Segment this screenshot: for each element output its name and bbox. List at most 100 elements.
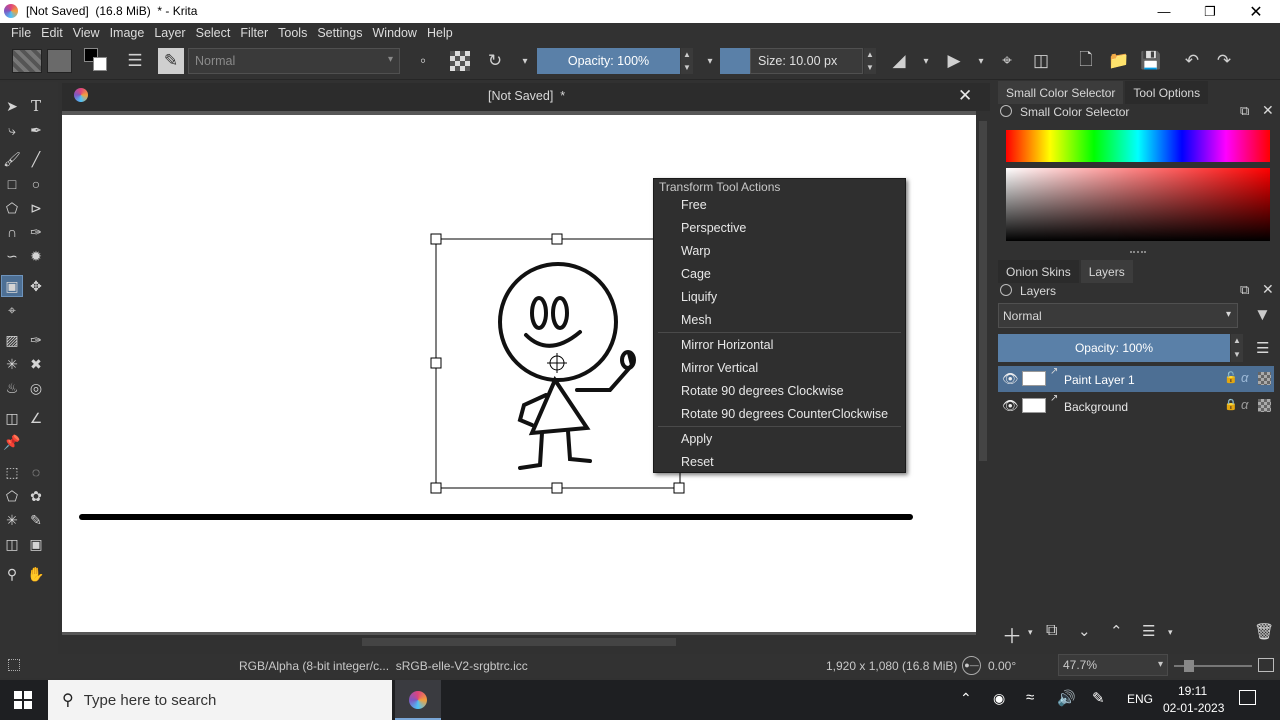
size-spinner[interactable]: ▲ ▼	[864, 48, 876, 74]
volume-icon[interactable]: 🔊	[1057, 689, 1076, 707]
move-layer-up-icon[interactable]: ⌃	[1110, 622, 1123, 640]
splitter-handle[interactable]	[1130, 251, 1146, 254]
fullscreen-icon[interactable]	[1258, 658, 1274, 672]
menu-edit[interactable]: Edit	[36, 26, 68, 40]
bezier-curve-icon[interactable]: ∩	[1, 221, 23, 243]
pattern-preset-button[interactable]	[47, 49, 72, 73]
zoom-slider-handle[interactable]	[1184, 660, 1194, 672]
menu-layer[interactable]: Layer	[149, 26, 190, 40]
enclose-fill-icon[interactable]: ◎	[25, 377, 47, 399]
blend-mode-select[interactable]: Normal ▾	[188, 48, 400, 74]
preserve-alpha-icon[interactable]	[450, 51, 470, 71]
eraser-icon[interactable]: ◦	[410, 47, 436, 75]
reference-images-icon[interactable]: 📌	[1, 431, 23, 453]
filter-icon[interactable]: ▼	[1254, 305, 1271, 325]
delete-layer-icon[interactable]: 🗑	[1254, 622, 1274, 642]
layer-opacity-slider[interactable]: Opacity: 100%	[998, 334, 1230, 362]
bezier-select-icon[interactable]: ◫	[1, 533, 23, 555]
close-docker-icon[interactable]: ✕	[1262, 102, 1274, 119]
tab-onion-skins[interactable]: Onion Skins	[998, 260, 1079, 283]
menu-item-perspective[interactable]: Perspective	[681, 221, 746, 235]
menu-tools[interactable]: Tools	[273, 26, 312, 40]
clock-date[interactable]: 02-01-2023	[1163, 701, 1224, 715]
rotation-icon[interactable]: ●—	[962, 656, 981, 675]
menu-filter[interactable]: Filter	[235, 26, 273, 40]
freehand-select-icon[interactable]: ✿	[25, 485, 47, 507]
assistant-icon[interactable]: ◫	[1, 407, 23, 429]
size-slider-fill[interactable]	[720, 48, 750, 74]
reload-preset-icon[interactable]: ↻	[482, 47, 508, 75]
ellipse-select-icon[interactable]: ◌	[25, 461, 47, 483]
multibrush-icon[interactable]: ✹	[25, 245, 47, 267]
menu-item-apply[interactable]: Apply	[681, 432, 712, 446]
menu-item-reset[interactable]: Reset	[681, 455, 714, 469]
open-folder-icon[interactable]: 📁	[1106, 47, 1132, 75]
duplicate-layer-icon[interactable]: ⧉	[1046, 622, 1057, 640]
rect-select-icon[interactable]: ⬚	[1, 461, 23, 483]
layer-row[interactable]: 👁 ↗ Background 🔒 α	[998, 393, 1274, 419]
move-layer-down-icon[interactable]: ⌄	[1078, 622, 1091, 640]
freehand-brush-icon[interactable]: 🖌	[1, 148, 23, 170]
inherit-alpha-icon[interactable]	[1258, 399, 1271, 412]
float-docker-icon[interactable]: ⧉	[1240, 103, 1249, 119]
tray-chevron-up-icon[interactable]: ⌃	[960, 690, 972, 707]
rotation-value[interactable]: 0.00°	[988, 659, 1016, 673]
vertical-scroll-thumb[interactable]	[979, 121, 987, 461]
horizontal-scroll-thumb[interactable]	[362, 638, 676, 646]
size-slider[interactable]: Size: 10.00 px	[750, 48, 863, 74]
layer-opacity-spinner[interactable]: ▲ ▼	[1231, 334, 1243, 362]
tab-small-color-selector[interactable]: Small Color Selector	[998, 81, 1124, 104]
menu-item-rotate-ccw[interactable]: Rotate 90 degrees CounterClockwise	[681, 407, 888, 421]
eye-icon[interactable]: 👁	[1002, 398, 1019, 414]
eye-icon[interactable]: 👁	[1002, 371, 1019, 387]
contiguous-select-icon[interactable]: ✳	[1, 509, 23, 531]
restore-button[interactable]: ❐	[1187, 0, 1233, 23]
vertical-scrollbar[interactable]	[976, 111, 990, 635]
zoom-select[interactable]: 47.7% ▾	[1058, 654, 1168, 676]
pen-icon[interactable]: ✎	[1092, 689, 1105, 707]
similar-color-select-icon[interactable]: ✎	[25, 509, 47, 531]
saturation-value-picker[interactable]	[1006, 168, 1270, 241]
menu-view[interactable]: View	[68, 26, 105, 40]
clock-time[interactable]: 19:11	[1178, 684, 1207, 698]
new-document-icon[interactable]: 🗋	[1073, 47, 1099, 75]
layer-name[interactable]: Paint Layer 1	[1064, 373, 1135, 387]
menu-item-mesh[interactable]: Mesh	[681, 313, 712, 327]
select-shapes-icon[interactable]: ➤	[1, 95, 23, 117]
float-docker-icon[interactable]: ⧉	[1240, 282, 1249, 298]
layer-menu-icon[interactable]: ☰	[1256, 339, 1269, 357]
fg-bg-color-swatch[interactable]	[82, 48, 112, 74]
taskbar-krita-app[interactable]	[395, 680, 441, 720]
minimize-button[interactable]: —	[1141, 0, 1187, 23]
layer-row[interactable]: 👁 ↗ Paint Layer 1 🔓 α	[998, 366, 1274, 392]
layer-name[interactable]: Background	[1064, 400, 1128, 414]
document-tab-title[interactable]: [Not Saved] *	[488, 89, 565, 103]
layer-properties-icon[interactable]: ☰	[1142, 622, 1155, 640]
polygon-select-icon[interactable]: ⬠	[1, 485, 23, 507]
lock-icon[interactable]: 🔓	[1224, 371, 1238, 384]
fill-tool-icon[interactable]: ♨	[1, 377, 23, 399]
save-icon[interactable]: 💾	[1138, 47, 1164, 75]
crop-tool-icon[interactable]: ⌖	[1, 299, 23, 321]
menu-window[interactable]: Window	[368, 26, 422, 40]
docker-lock-icon[interactable]	[1000, 284, 1012, 296]
menu-item-warp[interactable]: Warp	[681, 244, 710, 258]
move-tool-icon[interactable]: ✥	[25, 275, 47, 297]
brush-preset-icon[interactable]: ✎	[158, 48, 184, 74]
chevron-down-icon[interactable]: ▾	[968, 47, 994, 75]
close-button[interactable]: ✕	[1233, 0, 1279, 23]
layer-blend-mode-select[interactable]: Normal ▾	[998, 303, 1238, 328]
tab-tool-options[interactable]: Tool Options	[1125, 81, 1209, 104]
menu-item-liquify[interactable]: Liquify	[681, 290, 717, 304]
taskbar-search-box[interactable]: ⚲ Type here to search	[48, 680, 392, 720]
menu-item-cage[interactable]: Cage	[681, 267, 711, 281]
lock-icon[interactable]: 🔒	[1224, 398, 1238, 411]
mirror-vertical-icon[interactable]: ▶	[941, 47, 967, 75]
menu-help[interactable]: Help	[422, 26, 458, 40]
line-tool-icon[interactable]: ╱	[25, 148, 47, 170]
notifications-icon[interactable]	[1239, 690, 1256, 705]
pan-tool-icon[interactable]: ✋	[25, 563, 47, 585]
chevron-down-icon[interactable]: ▾	[1168, 627, 1173, 638]
rectangle-tool-icon[interactable]: □	[1, 173, 23, 195]
freehand-path-icon[interactable]: ✑	[25, 221, 47, 243]
